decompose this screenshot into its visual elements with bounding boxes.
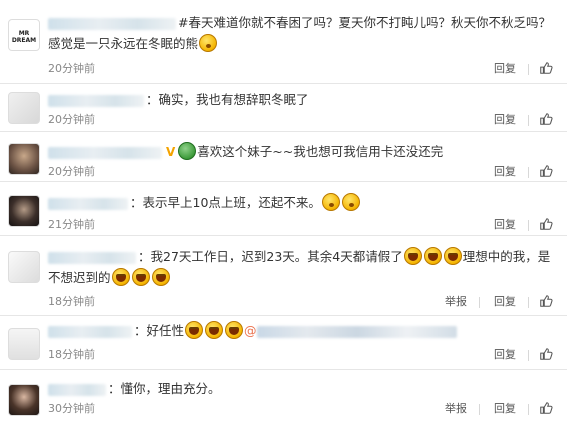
mention-at: @ bbox=[244, 323, 257, 338]
avatar[interactable] bbox=[8, 384, 40, 416]
comment-item: ：懂你，理由充分。 30分钟前 举报 回复 bbox=[0, 370, 567, 429]
timestamp: 30分钟前 bbox=[48, 402, 95, 415]
comment-item: ：表示早上10点上班，还起不来。 21分钟前 回复 bbox=[0, 182, 567, 236]
laughing-face-emoji bbox=[205, 321, 224, 339]
avatar[interactable] bbox=[8, 195, 40, 227]
timestamp: 18分钟前 bbox=[48, 295, 95, 308]
sleepy-face-emoji bbox=[321, 193, 340, 211]
laughing-face-emoji bbox=[131, 268, 150, 286]
comment-feed: MR DREAM #春天难道你就不春困了吗？夏天你不打盹儿吗？秋天你不秋乏吗？感… bbox=[0, 0, 567, 429]
comment-meta: 18分钟前 举报 回复 bbox=[48, 293, 553, 311]
comment-actions: 回复 bbox=[480, 60, 553, 78]
comment-content: ：懂你，理由充分。 bbox=[108, 381, 221, 396]
timestamp: 18分钟前 bbox=[48, 348, 95, 361]
divider bbox=[528, 296, 529, 308]
comment-text: ：好任性 @ bbox=[48, 320, 553, 341]
username[interactable] bbox=[48, 197, 128, 210]
comment-actions: 举报 回复 bbox=[431, 400, 553, 418]
reply-button[interactable]: 回复 bbox=[494, 111, 516, 129]
thumbs-up-icon[interactable] bbox=[539, 294, 553, 308]
laughing-face-emoji bbox=[151, 268, 170, 286]
thumbs-up-icon[interactable] bbox=[539, 112, 553, 126]
timestamp: 20分钟前 bbox=[48, 62, 95, 75]
sleepy-face-emoji bbox=[341, 193, 360, 211]
reply-button[interactable]: 回复 bbox=[494, 346, 516, 364]
laughing-face-emoji bbox=[403, 247, 422, 265]
comment-meta: 20分钟前 回复 bbox=[48, 111, 553, 129]
reply-button[interactable]: 回复 bbox=[494, 60, 516, 78]
divider bbox=[528, 114, 529, 126]
thumbs-up-icon[interactable] bbox=[539, 401, 553, 415]
thumbs-up-icon[interactable] bbox=[539, 61, 553, 75]
comment-actions: 回复 bbox=[480, 216, 553, 234]
comment-item: ：确实，我也有想辞职冬眠了 20分钟前 回复 bbox=[0, 84, 567, 132]
divider bbox=[528, 403, 529, 415]
avatar[interactable] bbox=[8, 143, 40, 175]
laughing-face-emoji bbox=[423, 247, 442, 265]
thumbs-up-icon[interactable] bbox=[539, 164, 553, 178]
comment-text: ：表示早上10点上班，还起不来。 bbox=[48, 192, 553, 213]
laughing-face-emoji bbox=[185, 321, 204, 339]
comment-actions: 举报 回复 bbox=[431, 293, 553, 311]
laughing-face-emoji bbox=[111, 268, 130, 286]
reply-button[interactable]: 回复 bbox=[494, 400, 516, 418]
comment-actions: 回复 bbox=[480, 346, 553, 364]
laughing-face-emoji bbox=[225, 321, 244, 339]
reply-button[interactable]: 回复 bbox=[494, 216, 516, 234]
avatar[interactable] bbox=[8, 92, 40, 124]
report-button[interactable]: 举报 bbox=[445, 293, 467, 311]
comment-item: ：好任性 @ 18分钟前 回复 bbox=[0, 316, 567, 370]
timestamp: 20分钟前 bbox=[48, 113, 95, 126]
comment-item: ：我27天工作日，迟到23天。其余4天都请假了 理想中的我，是不想迟到的 18分钟… bbox=[0, 236, 567, 316]
reply-button[interactable]: 回复 bbox=[494, 163, 516, 181]
divider bbox=[528, 219, 529, 231]
divider bbox=[479, 403, 480, 415]
avatar-logo-text: MR DREAM bbox=[11, 30, 37, 44]
comment-actions: 回复 bbox=[480, 111, 553, 129]
report-button[interactable]: 举报 bbox=[445, 400, 467, 418]
username[interactable] bbox=[48, 383, 106, 396]
comment-content: 喜欢这个妹子~~我也想可我信用卡还没还完 bbox=[197, 144, 444, 159]
divider bbox=[528, 166, 529, 178]
reply-button[interactable]: 回复 bbox=[494, 293, 516, 311]
username[interactable] bbox=[48, 251, 136, 264]
comment-actions: 回复 bbox=[480, 163, 553, 181]
comment-item: MR DREAM #春天难道你就不春困了吗？夏天你不打盹儿吗？秋天你不秋乏吗？感… bbox=[0, 0, 567, 84]
comment-meta: 20分钟前 回复 bbox=[48, 60, 553, 78]
avatar[interactable]: MR DREAM bbox=[8, 19, 40, 51]
comment-text: ：懂你，理由充分。 bbox=[48, 378, 553, 399]
avatar[interactable] bbox=[8, 328, 40, 360]
avatar[interactable] bbox=[8, 251, 40, 283]
divider bbox=[528, 63, 529, 75]
comment-text: #春天难道你就不春困了吗？夏天你不打盹儿吗？秋天你不秋乏吗？感觉是一只永远在冬眠… bbox=[48, 12, 553, 54]
timestamp: 21分钟前 bbox=[48, 218, 95, 231]
comment-text: ：确实，我也有想辞职冬眠了 bbox=[48, 89, 553, 110]
comment-text: V 喜欢这个妹子~~我也想可我信用卡还没还完 bbox=[48, 141, 553, 163]
comment-meta: 20分钟前 回复 bbox=[48, 163, 553, 181]
divider bbox=[479, 296, 480, 308]
comment-meta: 21分钟前 回复 bbox=[48, 216, 553, 234]
comment-content: ：我27天工作日，迟到23天。其余4天都请假了 bbox=[138, 249, 403, 264]
comment-content: ：好任性 bbox=[134, 323, 185, 338]
divider bbox=[528, 349, 529, 361]
comment-text: ：我27天工作日，迟到23天。其余4天都请假了 理想中的我，是不想迟到的 bbox=[48, 246, 553, 288]
timestamp: 20分钟前 bbox=[48, 165, 95, 178]
thumbs-up-icon[interactable] bbox=[539, 217, 553, 231]
username[interactable] bbox=[48, 325, 132, 338]
username[interactable] bbox=[48, 146, 162, 159]
comment-content: ：表示早上10点上班，还起不来。 bbox=[130, 195, 321, 210]
username[interactable] bbox=[48, 17, 176, 30]
green-face-emoji bbox=[178, 142, 197, 160]
comment-content: ：确实，我也有想辞职冬眠了 bbox=[146, 92, 309, 107]
comment-meta: 30分钟前 举报 回复 bbox=[48, 400, 553, 418]
thumbs-up-icon[interactable] bbox=[539, 347, 553, 361]
comment-item: V 喜欢这个妹子~~我也想可我信用卡还没还完 20分钟前 回复 bbox=[0, 132, 567, 182]
comment-meta: 18分钟前 回复 bbox=[48, 346, 553, 364]
verified-badge: V bbox=[166, 145, 176, 159]
laughing-face-emoji bbox=[443, 247, 462, 265]
mention-link[interactable] bbox=[256, 325, 457, 338]
sleepy-face-emoji bbox=[199, 34, 218, 52]
username[interactable] bbox=[48, 94, 144, 107]
